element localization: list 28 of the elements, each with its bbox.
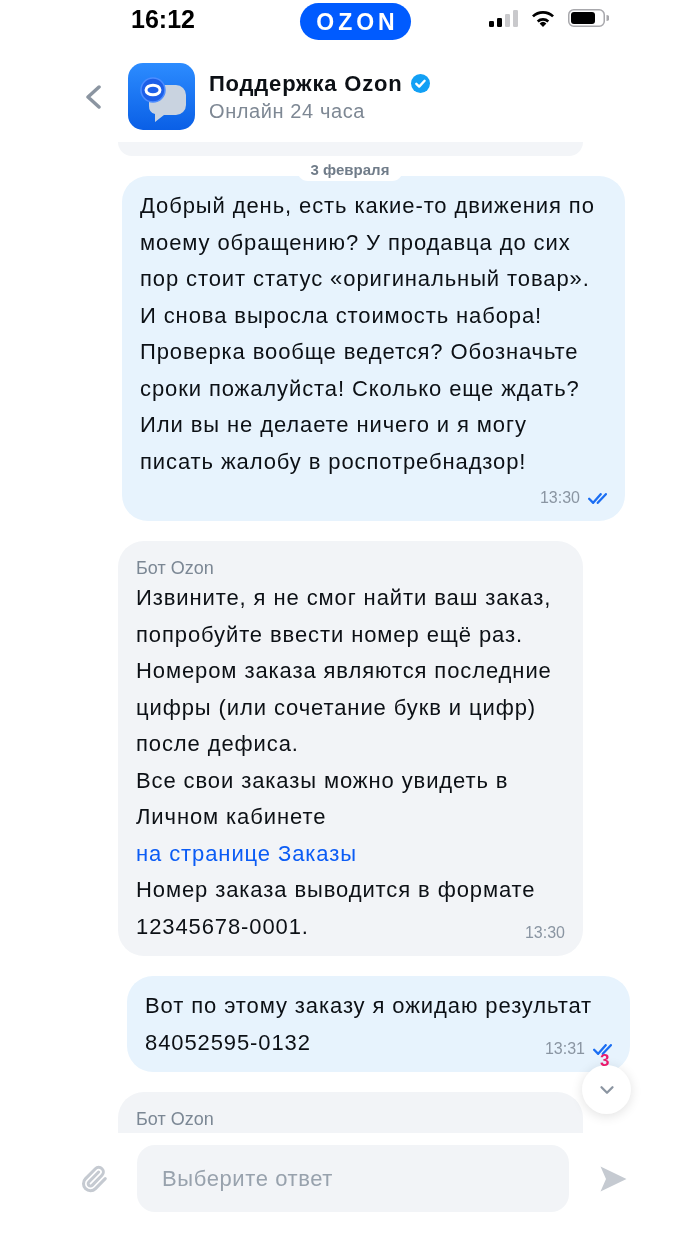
- message-text: Номер заказа выводится в формате: [136, 876, 536, 904]
- send-icon[interactable]: [600, 1164, 627, 1193]
- message-time: 13:31: [544, 1039, 585, 1059]
- clock-time: 16:12: [131, 5, 195, 33]
- speech-bubble-logo-icon: [128, 63, 195, 130]
- message-text: 12345678-0001.: [136, 912, 309, 941]
- message-text: Все свои заказы можно увидеть в Личном кабинете на странице Заказы: [136, 762, 565, 872]
- message-time: 13:30: [524, 923, 565, 943]
- app-logo: OZON: [300, 3, 411, 40]
- message-text: Вот по этому заказу я ожидаю результат: [145, 992, 593, 1020]
- scroll-down-button[interactable]: [582, 1065, 631, 1114]
- message-text: Номером заказа являются последние цифры (или сочетание букв и цифр) после дефиса.: [136, 657, 553, 758]
- battery-icon: [568, 9, 609, 27]
- signal-icon: [489, 9, 518, 27]
- back-icon[interactable]: [84, 84, 102, 109]
- chat-status: Онлайн 24 часа: [209, 98, 366, 124]
- message-text: Добрый день, есть какие-то движения по моему обращению? У продавца до сих пор стоит статус «оригинальный товар». И снова выросла стоимость набора! Проверка вообще ведется? Обозначьте сроки пожалуйста! Сколько еще ждать? Или вы не делаете ничего и я могу писать жалобу в роспотребнадзор!: [140, 192, 596, 476]
- sender-name: Бот Ozon: [136, 557, 214, 580]
- reply-field[interactable]: Выберите ответ: [137, 1145, 569, 1212]
- orders-page-link[interactable]: на странице Заказы: [136, 835, 357, 872]
- paperclip-icon[interactable]: [80, 1164, 108, 1193]
- message-text: Извините, я не смог найти ваш заказ, попробуйте ввести номер ещё раз.: [136, 584, 553, 649]
- chat-title: Поддержка Ozon: [209, 69, 403, 98]
- unread-count: 3: [600, 1052, 610, 1070]
- message-text: 84052595-0132: [145, 1028, 311, 1057]
- wifi-icon: [531, 9, 555, 27]
- sender-name: Бот Ozon: [136, 1108, 214, 1131]
- message-time: 13:30: [539, 488, 580, 508]
